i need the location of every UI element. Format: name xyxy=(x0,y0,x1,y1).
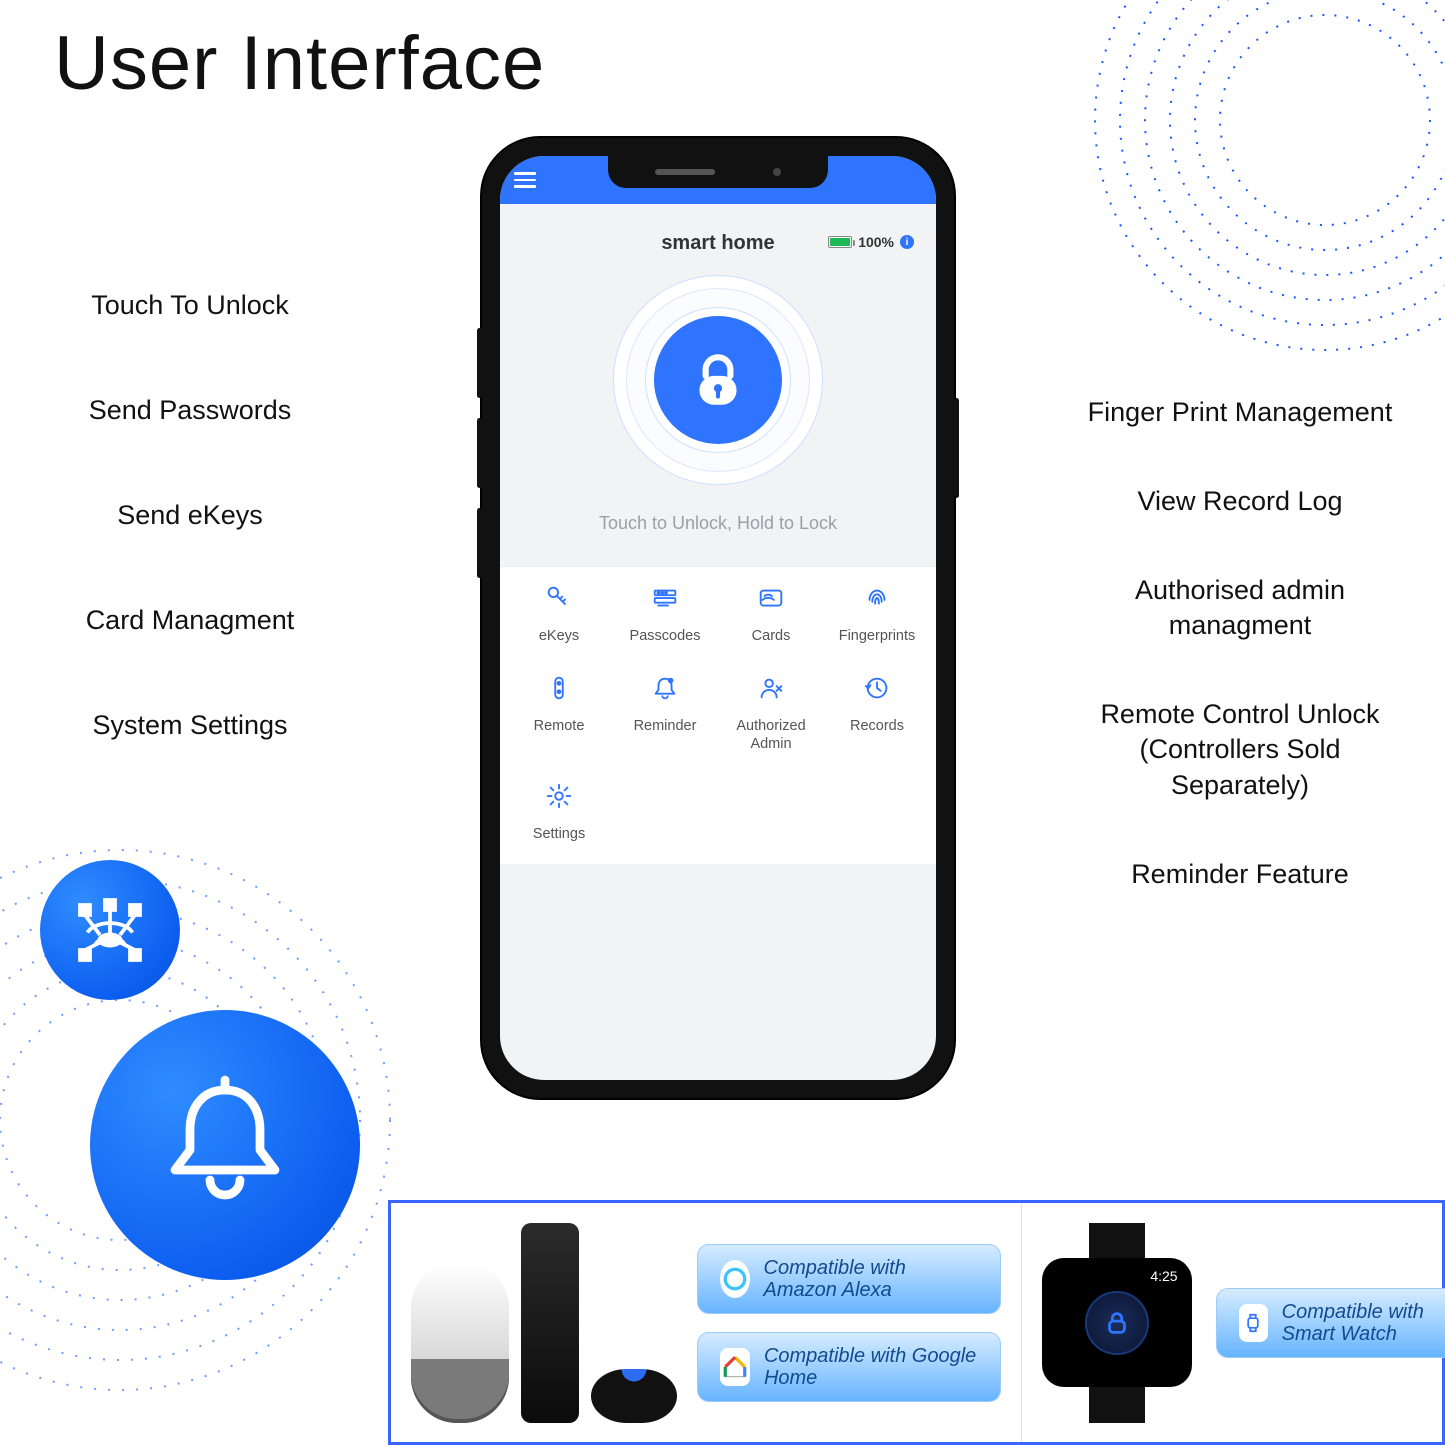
grid-ekeys[interactable]: eKeys xyxy=(506,583,612,645)
feature-item: Send Passwords xyxy=(40,393,340,428)
feature-item: System Settings xyxy=(40,708,340,743)
cell-label: Reminder xyxy=(612,718,718,735)
feature-item: Touch To Unlock xyxy=(40,288,340,323)
cell-label: Remote xyxy=(506,718,612,735)
grid-fingerprints[interactable]: Fingerprints xyxy=(824,583,930,645)
bluetooth-icon: i xyxy=(900,235,914,249)
cell-label: Cards xyxy=(718,628,824,645)
compatibility-panel: Compatible with Amazon Alexa Compatible … xyxy=(388,1200,1445,1445)
cell-label: Fingerprints xyxy=(824,628,930,645)
feature-item: Authorised admin managment xyxy=(1075,573,1405,643)
feature-item: Finger Print Management xyxy=(1075,395,1405,430)
grid-reminder[interactable]: Reminder xyxy=(612,673,718,753)
admin-icon xyxy=(756,673,786,703)
compat-label: Compatible with Google Home xyxy=(764,1345,978,1389)
feature-item: Remote Control Unlock (Controllers Sold … xyxy=(1075,697,1405,802)
phone-mock: smart home 100% i Touch to Unlock, Hol xyxy=(482,138,954,1098)
grid-records[interactable]: Records xyxy=(824,673,930,753)
grid-settings[interactable]: Settings xyxy=(506,781,612,843)
grid-authorized-admin[interactable]: Authorized Admin xyxy=(718,673,824,753)
battery-percent: 100% xyxy=(858,234,894,250)
bell-badge-icon xyxy=(90,1010,360,1280)
watch-outline-icon xyxy=(1239,1304,1268,1342)
cell-label: Settings xyxy=(506,826,612,843)
remote-icon xyxy=(544,673,574,703)
battery-status: 100% i xyxy=(828,234,914,250)
smart-speaker-cluster xyxy=(411,1223,677,1423)
card-icon xyxy=(756,583,786,613)
records-icon xyxy=(862,673,892,703)
feature-item: Send eKeys xyxy=(40,498,340,533)
grid-remote[interactable]: Remote xyxy=(506,673,612,753)
feature-list-right: Finger Print Management View Record Log … xyxy=(1075,395,1405,946)
grid-cards[interactable]: Cards xyxy=(718,583,824,645)
compat-alexa-pill: Compatible with Amazon Alexa xyxy=(697,1244,1001,1314)
compat-label: Compatible with Smart Watch xyxy=(1282,1301,1445,1345)
network-badge-icon xyxy=(40,860,180,1000)
fingerprint-icon xyxy=(862,583,892,613)
lock-hint: Touch to Unlock, Hold to Lock xyxy=(500,513,936,534)
compat-watch-pill: Compatible with Smart Watch xyxy=(1216,1288,1445,1358)
alexa-tower-icon xyxy=(521,1223,579,1423)
cell-label: eKeys xyxy=(506,628,612,645)
settings-gear-icon xyxy=(544,781,574,811)
reminder-bell-icon xyxy=(650,673,680,703)
google-home-device-icon xyxy=(411,1263,509,1423)
device-name: smart home xyxy=(661,232,774,255)
compat-google-pill: Compatible with Google Home xyxy=(697,1332,1001,1402)
page-title: User Interface xyxy=(54,20,545,107)
feature-list-left: Touch To Unlock Send Passwords Send eKey… xyxy=(40,288,340,813)
lock-icon xyxy=(654,316,782,444)
decorative-dots-top-right xyxy=(1085,0,1445,360)
google-home-logo-icon xyxy=(720,1348,750,1386)
compat-label: Compatible with Amazon Alexa xyxy=(764,1257,978,1301)
smart-watch-icon: 4:25 xyxy=(1042,1223,1192,1423)
cell-label: Records xyxy=(824,718,930,735)
lock-button[interactable] xyxy=(613,275,823,485)
alexa-ring-icon xyxy=(720,1260,750,1298)
echo-dot-icon xyxy=(591,1369,677,1423)
menu-icon[interactable] xyxy=(514,172,536,188)
watch-time: 4:25 xyxy=(1150,1268,1177,1284)
feature-grid: eKeys Passcodes Cards Fingerprints Remot… xyxy=(500,566,936,864)
watch-lock-icon xyxy=(1085,1291,1149,1355)
passcode-icon xyxy=(650,583,680,613)
grid-passcodes[interactable]: Passcodes xyxy=(612,583,718,645)
cell-label: Passcodes xyxy=(612,628,718,645)
feature-item: View Record Log xyxy=(1075,484,1405,519)
feature-item: Card Managment xyxy=(40,603,340,638)
keys-icon xyxy=(544,583,574,613)
cell-label: Authorized Admin xyxy=(718,718,824,753)
feature-item: Reminder Feature xyxy=(1075,857,1405,892)
